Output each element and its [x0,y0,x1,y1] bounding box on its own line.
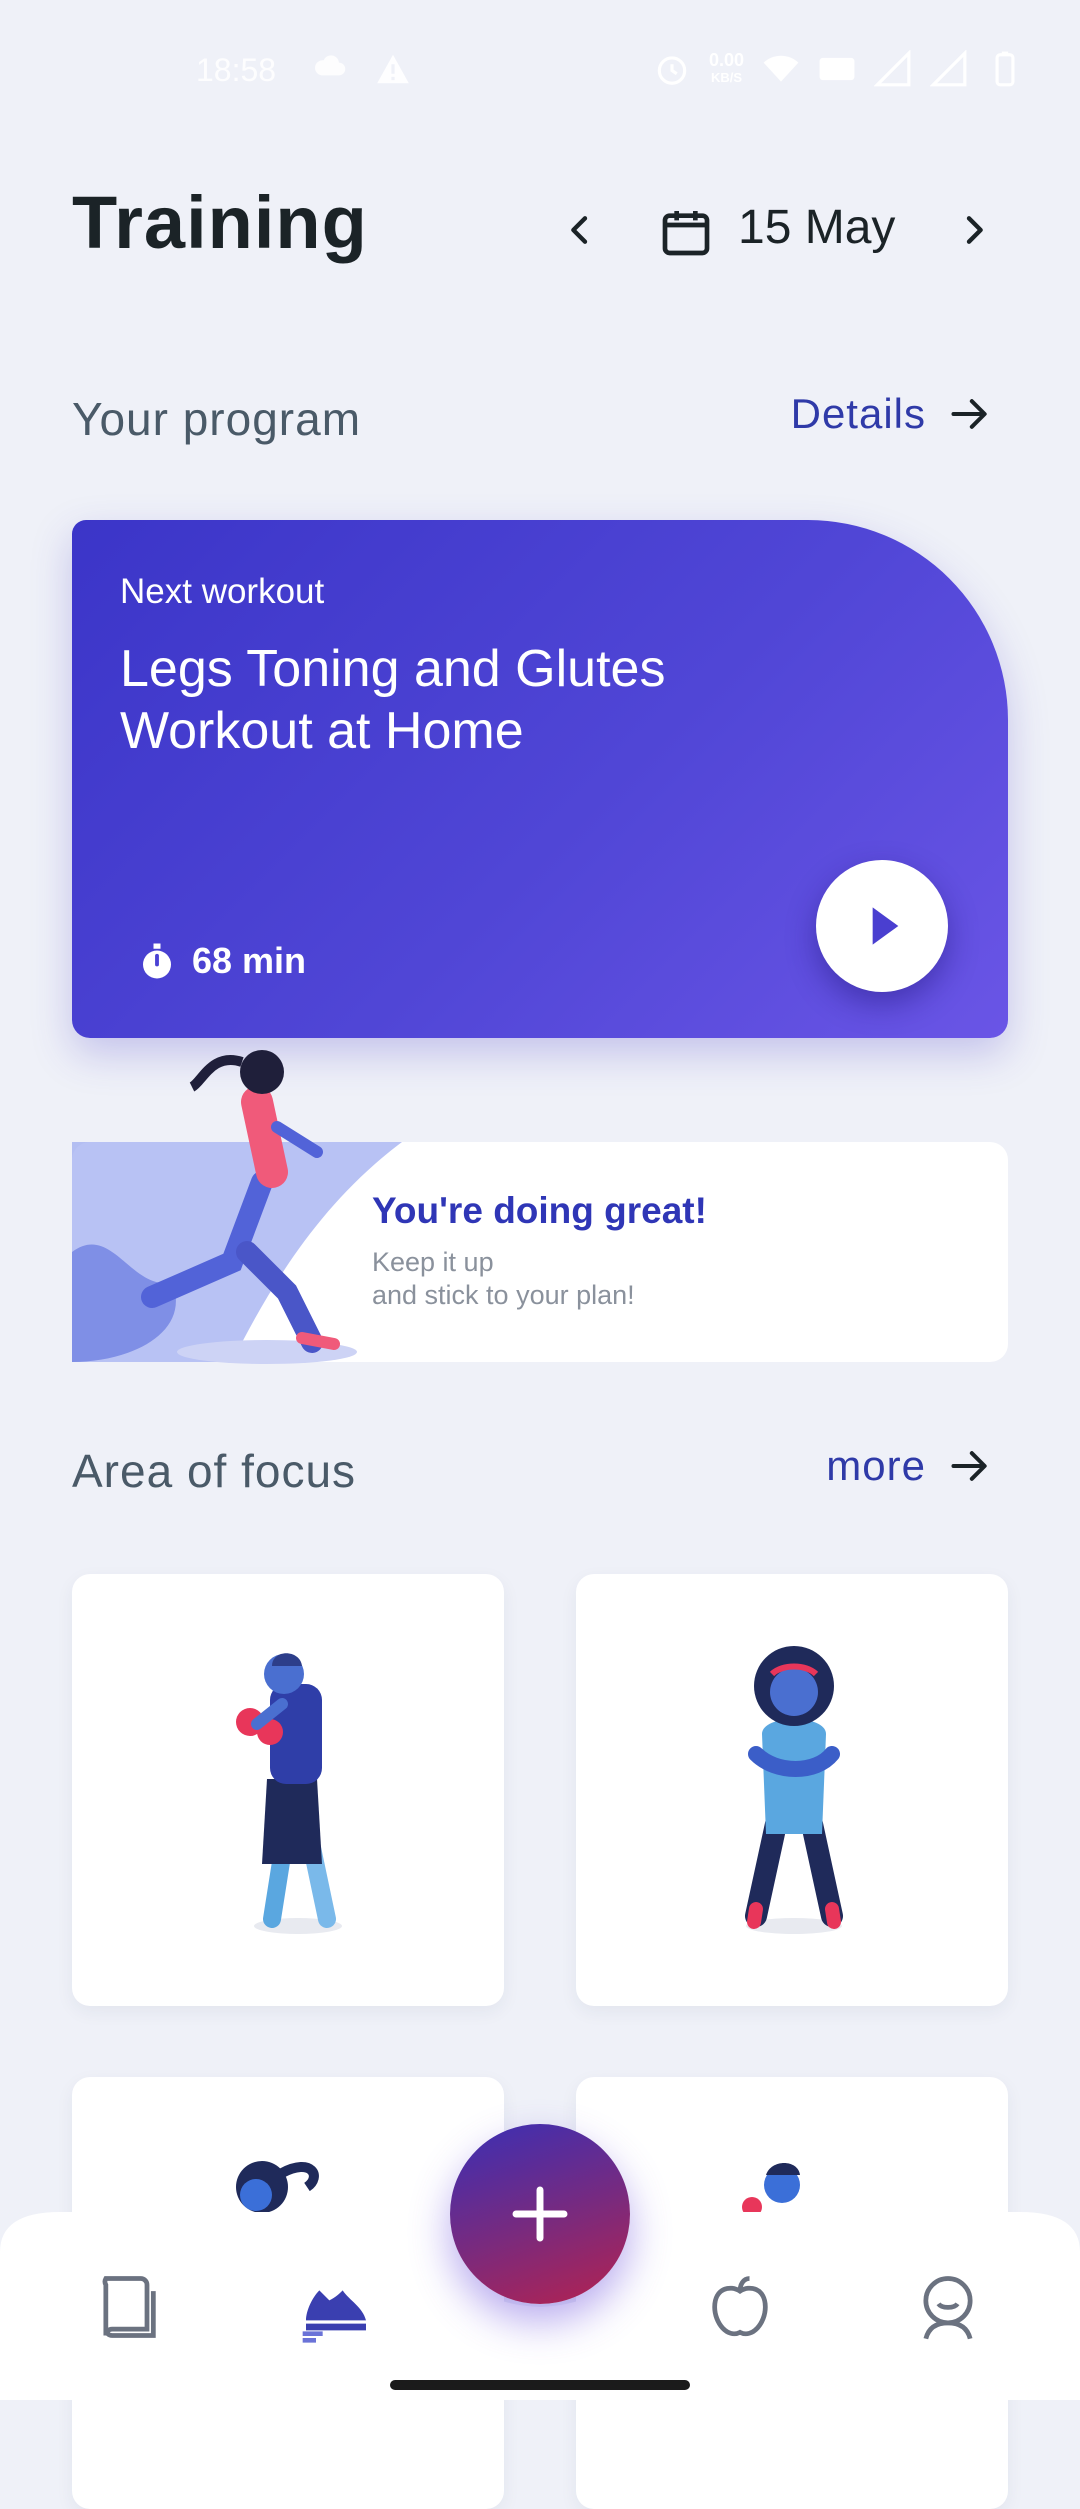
alarm-icon [657,56,687,85]
nav-training[interactable] [296,2262,376,2352]
net-speed-unit: KB/S [710,70,742,85]
add-button[interactable] [450,2124,630,2304]
duration-label: 68 min [192,940,307,981]
status-left-icons [312,50,412,88]
network-speed: 0.00 KB/S [709,51,744,87]
chevron-left-icon [571,216,588,244]
volte-icon [819,57,855,81]
boxing-figure-illustration [236,1653,342,1934]
cloud-gamepad-icon [315,55,346,76]
status-time: 18:58 [196,52,277,88]
arrow-right-icon [951,399,987,429]
plus-icon [512,2186,568,2242]
details-link[interactable]: Details [791,390,992,438]
details-link-label: Details [790,390,926,437]
chevron-right-icon [966,216,983,244]
motivation-card: You're doing great! Keep it up and stick… [72,1050,1008,1364]
home-indicator[interactable] [390,2380,690,2390]
signal-icon-2 [930,50,967,87]
book-icon [102,2276,156,2338]
motivation-line-1: Keep it up [372,1247,494,1277]
selected-date[interactable]: 15 May [738,200,895,255]
net-speed-value: 0.00 [708,50,744,70]
workout-title: Legs Toning and Glutes Workout at Home [120,640,666,760]
nav-library[interactable] [88,2262,168,2352]
next-workout-label: Next workout [120,572,325,611]
focus-section-header: Area of focus more [72,1432,992,1502]
woman-figure-illustration [745,1646,843,1934]
page-title: Training [72,181,368,264]
apple-icon [712,2276,768,2337]
warning-icon [377,54,409,84]
calendar-icon [662,211,710,256]
signal-icon [874,50,911,87]
arrow-right-icon [951,1451,987,1481]
sneaker-icon [302,2290,366,2343]
program-section-header: Your program Details [72,380,992,450]
motivation-text: Keep it up and stick to your plan! [372,1246,635,1312]
focus-card-boxing[interactable] [72,1574,504,2006]
profile-icon [923,2276,973,2340]
section-title: Area of focus [72,1445,357,1497]
status-bar: 18:58 0.00 KB/S [0,0,1080,120]
status-right-icons: 0.00 KB/S [653,50,1024,88]
play-workout-button[interactable] [816,860,948,992]
play-icon [872,907,899,945]
motivation-line-2: and stick to your plan! [372,1280,635,1310]
stopwatch-icon [143,943,171,979]
next-day-button[interactable] [944,200,1004,260]
next-workout-card[interactable]: Next workout Legs Toning and Glutes Work… [72,520,1008,1038]
more-link[interactable]: more [826,1442,992,1490]
battery-icon [995,51,1015,87]
wifi-icon [763,55,799,82]
motivation-title: You're doing great! [372,1190,707,1231]
runner-illustration [72,1050,402,1364]
nav-nutrition[interactable] [700,2262,780,2352]
workout-duration: 68 min [136,940,306,982]
section-title: Your program [72,393,362,445]
previous-day-button[interactable] [550,200,610,260]
nav-profile[interactable] [908,2262,988,2352]
more-link-label: more [826,1442,926,1489]
calendar-button[interactable] [656,202,716,262]
focus-card-woman[interactable] [576,1574,1008,2006]
